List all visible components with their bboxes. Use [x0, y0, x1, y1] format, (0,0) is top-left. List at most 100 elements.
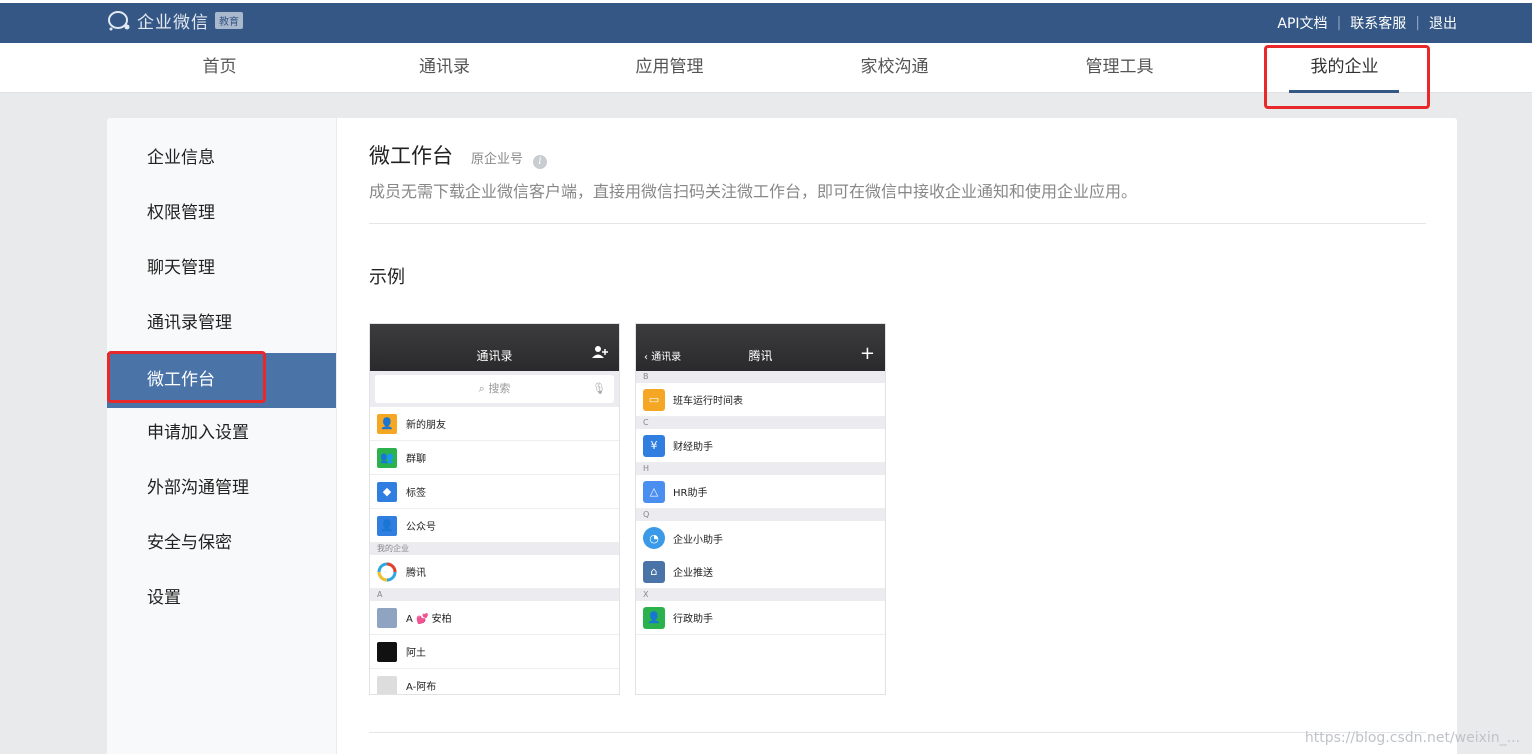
- logout-link[interactable]: 退出: [1429, 13, 1457, 33]
- phone-search-wrap: ⌕ 搜索 🎙: [370, 371, 619, 407]
- list-item-label: 新的朋友: [406, 420, 446, 431]
- sidebar-item-chat-management[interactable]: 聊天管理: [107, 241, 336, 296]
- divider: [369, 732, 1426, 733]
- list-item: △ HR助手: [636, 475, 885, 509]
- example-phone-company: ‹ 通讯录 腾讯 + B ▭ 班车运行时间表 C ¥ 财经助手 H △ HR助手 Q …: [635, 323, 886, 695]
- search-icon: ⌕: [478, 382, 489, 395]
- sidebar-item-enterprise-info[interactable]: 企业信息: [107, 131, 336, 186]
- list-item: ▭ 班车运行时间表: [636, 383, 885, 417]
- info-icon[interactable]: i: [533, 155, 548, 169]
- logo-badge: 教育: [215, 12, 243, 29]
- list-item-label: 行政助手: [673, 614, 713, 625]
- list-item-label: 财经助手: [673, 442, 713, 453]
- list-item-label: 企业小助手: [673, 534, 723, 546]
- network-icon: △: [643, 480, 665, 503]
- phone-header: ‹ 通讯录 腾讯 +: [636, 324, 885, 371]
- plus-icon: +: [859, 343, 875, 364]
- example-phone-contacts: 通讯录 ⌕ 搜索 🎙 👤 新的朋友 👥 群聊 ◆ 标签 👤 公众号 我的企业 腾…: [369, 323, 620, 695]
- sidebar-item-permissions[interactable]: 权限管理: [107, 186, 336, 241]
- phone-header: 通讯录: [370, 324, 619, 371]
- list-item-label: HR助手: [673, 488, 708, 499]
- nav-active-underline: [1289, 90, 1399, 93]
- person-icon: 👤: [643, 606, 665, 629]
- list-item-label: 企业推送: [673, 568, 713, 579]
- sidebar-item-micro-workbench[interactable]: 微工作台: [107, 353, 336, 408]
- page-title: 微工作台: [369, 144, 453, 168]
- contact-support-link[interactable]: 联系客服: [1350, 13, 1406, 33]
- api-docs-link[interactable]: API文档: [1277, 13, 1327, 33]
- list-item: ◔ 企业小助手: [636, 521, 885, 555]
- sidebar-item-join-settings[interactable]: 申请加入设置: [107, 406, 336, 461]
- microphone-icon: 🎙: [592, 382, 606, 395]
- group-header: B: [636, 371, 885, 383]
- nav-management-tools[interactable]: 管理工具: [1007, 43, 1232, 93]
- sidebar-item-settings[interactable]: 设置: [107, 571, 336, 626]
- content-card: 企业信息 权限管理 聊天管理 通讯录管理 微工作台 申请加入设置 外部沟通管理 …: [107, 118, 1457, 754]
- nav-my-enterprise[interactable]: 我的企业: [1232, 43, 1457, 93]
- title-row: 微工作台 原企业号 i: [369, 140, 548, 170]
- chat-bubble-icon: ◔: [643, 527, 665, 549]
- avatar: [377, 641, 397, 662]
- main-panel: 微工作台 原企业号 i 成员无需下载企业微信客户端，直接用微信扫码关注微工作台，…: [338, 118, 1457, 754]
- group-header: 我的企业: [370, 543, 619, 555]
- list-item: A-阿布: [370, 669, 619, 694]
- link-separator: |: [1415, 15, 1420, 31]
- add-contact-icon: [591, 343, 609, 364]
- group-header: C: [636, 417, 885, 429]
- nav-home[interactable]: 首页: [107, 43, 332, 93]
- logo-text: 企业微信: [137, 13, 209, 33]
- group-header: H: [636, 463, 885, 475]
- wecom-logo-icon: [107, 9, 133, 33]
- bus-icon: ▭: [643, 388, 665, 411]
- list-item-label: 腾讯: [406, 568, 426, 579]
- list-item: ⌂ 企业推送: [636, 555, 885, 589]
- list-item-label: 群聊: [406, 454, 426, 465]
- official-account-icon: 👤: [377, 515, 397, 536]
- sidebar-item-contacts-management[interactable]: 通讯录管理: [107, 296, 336, 351]
- list-item: ◆ 标签: [370, 475, 619, 509]
- list-item: 👤 新的朋友: [370, 407, 619, 441]
- nav-contacts[interactable]: 通讯录: [332, 43, 557, 93]
- list-item-label: 标签: [406, 488, 426, 499]
- list-item-label: 阿土: [406, 648, 426, 659]
- sidebar-item-external-communication[interactable]: 外部沟通管理: [107, 461, 336, 516]
- nav-home-school[interactable]: 家校沟通: [782, 43, 1007, 93]
- group-header: X: [636, 589, 885, 601]
- top-links: API文档 | 联系客服 | 退出: [1277, 13, 1457, 33]
- list-item: A 💕 安柏: [370, 601, 619, 635]
- list-item: 阿土: [370, 635, 619, 669]
- logo[interactable]: 企业微信 教育: [107, 8, 243, 33]
- page-description: 成员无需下载企业微信客户端，直接用微信扫码关注微工作台，即可在微信中接收企业通知…: [369, 182, 1138, 201]
- avatar: [377, 607, 397, 628]
- link-separator: |: [1336, 15, 1342, 31]
- group-chat-icon: 👥: [377, 447, 397, 468]
- list-item: 👥 群聊: [370, 441, 619, 475]
- watermark: https://blog.csdn.net/weixin_...: [1304, 730, 1520, 746]
- main-nav: 首页 通讯录 应用管理 家校沟通 管理工具 我的企业: [0, 43, 1532, 93]
- yen-icon: ¥: [643, 434, 665, 457]
- page-subtag: 原企业号: [471, 152, 524, 167]
- phone-search-box: ⌕ 搜索 🎙: [375, 375, 614, 403]
- list-item: 👤 公众号: [370, 509, 619, 543]
- phone-title: 腾讯: [748, 349, 773, 363]
- sidebar: 企业信息 权限管理 聊天管理 通讯录管理 微工作台 申请加入设置 外部沟通管理 …: [107, 118, 337, 754]
- tencent-logo-icon: [377, 562, 397, 582]
- list-item: 👤 行政助手: [636, 601, 885, 635]
- new-friends-icon: 👤: [377, 413, 397, 434]
- list-item-label: 公众号: [406, 522, 436, 533]
- nav-app-management[interactable]: 应用管理: [557, 43, 782, 93]
- phone-title: 通讯录: [476, 349, 513, 363]
- section-title: 示例: [369, 267, 405, 288]
- top-bar: 企业微信 教育 API文档 | 联系客服 | 退出: [0, 0, 1532, 43]
- group-header: A: [370, 589, 619, 601]
- list-item: ¥ 财经助手: [636, 429, 885, 463]
- list-item-label: A-阿布: [406, 682, 437, 693]
- avatar: [377, 675, 397, 694]
- list-item-label: 班车运行时间表: [673, 396, 743, 407]
- group-header: Q: [636, 509, 885, 521]
- list-item: 腾讯: [370, 555, 619, 589]
- nav-my-enterprise-label: 我的企业: [1310, 57, 1379, 77]
- tag-icon: ◆: [377, 481, 397, 502]
- sidebar-item-security[interactable]: 安全与保密: [107, 516, 336, 571]
- search-placeholder: 搜索: [488, 382, 511, 395]
